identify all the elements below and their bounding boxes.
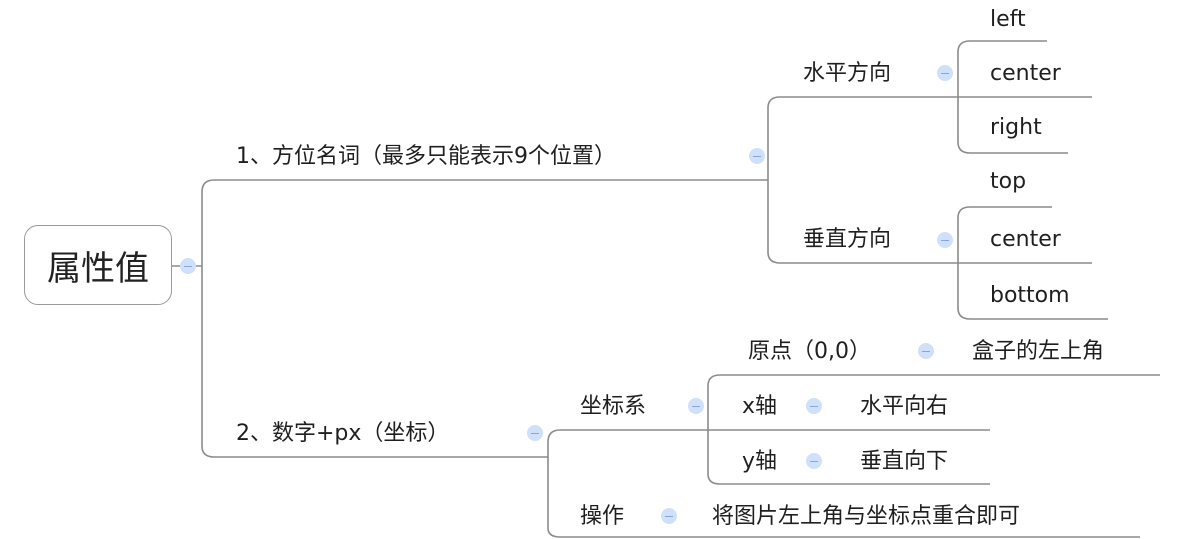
branch-1-node[interactable]: 1、方位名词（最多只能表示9个位置） <box>236 143 616 171</box>
collapse-minus-icon[interactable] <box>918 343 934 359</box>
y-axis-detail-node[interactable]: 垂直向下 <box>860 448 948 476</box>
root-label: 属性值 <box>47 248 149 289</box>
connector-branch1-to-horizontal <box>767 96 1092 180</box>
x-axis-detail-label: 水平向右 <box>860 394 949 419</box>
vertical-top-label: top <box>990 169 1027 194</box>
connector-root-to-branch1 <box>201 179 768 266</box>
vertical-direction-label: 垂直方向 <box>803 227 892 252</box>
collapse-minus-icon[interactable] <box>688 398 704 414</box>
collapse-minus-icon[interactable] <box>661 508 677 524</box>
collapse-minus-icon[interactable] <box>527 425 543 441</box>
horizontal-left-label: left <box>990 7 1026 32</box>
vertical-direction-node[interactable]: 垂直方向 <box>803 226 891 254</box>
branch-2-node[interactable]: 2、数字+px（坐标） <box>236 420 449 448</box>
collapse-minus-icon[interactable] <box>749 148 765 164</box>
vertical-center-node[interactable]: center <box>990 226 1061 254</box>
collapse-minus-icon[interactable] <box>937 65 953 81</box>
vertical-bottom-label: bottom <box>990 283 1070 308</box>
operation-detail-node[interactable]: 将图片左上角与坐标点重合即可 <box>712 503 1020 531</box>
x-axis-label: x轴 <box>742 394 778 419</box>
vertical-bottom-node[interactable]: bottom <box>990 282 1070 310</box>
collapse-minus-icon[interactable] <box>806 398 822 414</box>
branch-1-label: 1、方位名词（最多只能表示9个位置） <box>236 144 616 169</box>
horizontal-center-label: center <box>990 61 1061 86</box>
y-axis-node[interactable]: y轴 <box>742 448 777 476</box>
origin-node[interactable]: 原点（0,0） <box>748 338 871 366</box>
coordinate-system-label: 坐标系 <box>580 394 647 419</box>
horizontal-center-node[interactable]: center <box>990 60 1061 88</box>
horizontal-left-node[interactable]: left <box>990 6 1026 34</box>
horizontal-right-node[interactable]: right <box>990 114 1042 142</box>
collapse-minus-icon[interactable] <box>180 258 196 274</box>
horizontal-right-label: right <box>990 115 1042 140</box>
x-axis-detail-node[interactable]: 水平向右 <box>860 393 948 421</box>
operation-node[interactable]: 操作 <box>580 503 624 531</box>
vertical-top-node[interactable]: top <box>990 168 1026 196</box>
coordinate-system-node[interactable]: 坐标系 <box>580 393 646 421</box>
origin-detail-label: 盒子的左上角 <box>972 339 1105 364</box>
y-axis-label: y轴 <box>742 449 778 474</box>
origin-label: 原点（0,0） <box>748 339 871 364</box>
horizontal-direction-node[interactable]: 水平方向 <box>803 60 891 88</box>
origin-detail-node[interactable]: 盒子的左上角 <box>972 338 1104 366</box>
x-axis-node[interactable]: x轴 <box>742 393 777 421</box>
operation-label: 操作 <box>580 504 625 529</box>
y-axis-detail-label: 垂直向下 <box>860 449 949 474</box>
branch-2-label: 2、数字+px（坐标） <box>236 421 450 446</box>
operation-detail-label: 将图片左上角与坐标点重合即可 <box>712 504 1021 529</box>
vertical-center-label: center <box>990 227 1061 252</box>
collapse-minus-icon[interactable] <box>937 232 953 248</box>
collapse-minus-icon[interactable] <box>806 453 822 469</box>
root-node[interactable]: 属性值 <box>24 225 172 305</box>
horizontal-direction-label: 水平方向 <box>803 61 892 86</box>
